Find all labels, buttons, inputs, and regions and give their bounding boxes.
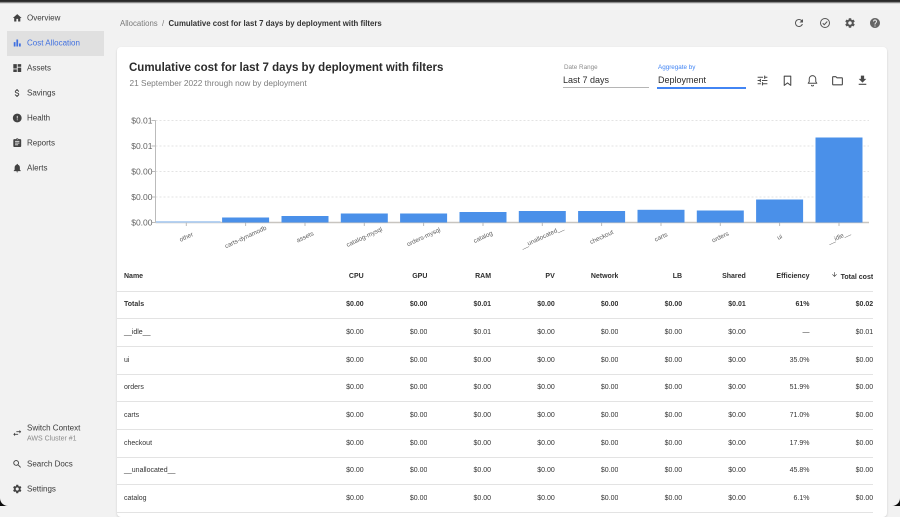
svg-text:__unallocated__: __unallocated__ bbox=[519, 224, 565, 251]
svg-text:$0.01: $0.01 bbox=[131, 141, 153, 151]
svg-text:$0.00: $0.00 bbox=[131, 192, 153, 202]
svg-text:catalog-mysql: catalog-mysql bbox=[345, 226, 383, 249]
svg-text:carts-dynamodb: carts-dynamodb bbox=[224, 225, 268, 251]
svg-text:carts: carts bbox=[654, 231, 669, 243]
svg-text:$0.00: $0.00 bbox=[131, 167, 153, 177]
svg-text:assets: assets bbox=[295, 230, 314, 244]
svg-text:ui: ui bbox=[776, 233, 783, 241]
svg-text:other: other bbox=[179, 231, 195, 243]
svg-text:catalog: catalog bbox=[473, 230, 495, 245]
svg-text:orders: orders bbox=[711, 231, 730, 245]
svg-text:checkout: checkout bbox=[589, 229, 615, 246]
svg-text:$0.00: $0.00 bbox=[131, 218, 153, 228]
svg-text:orders-mysql: orders-mysql bbox=[406, 227, 442, 249]
svg-text:$0.01: $0.01 bbox=[131, 116, 153, 126]
svg-text:__idle__: __idle__ bbox=[826, 229, 852, 246]
